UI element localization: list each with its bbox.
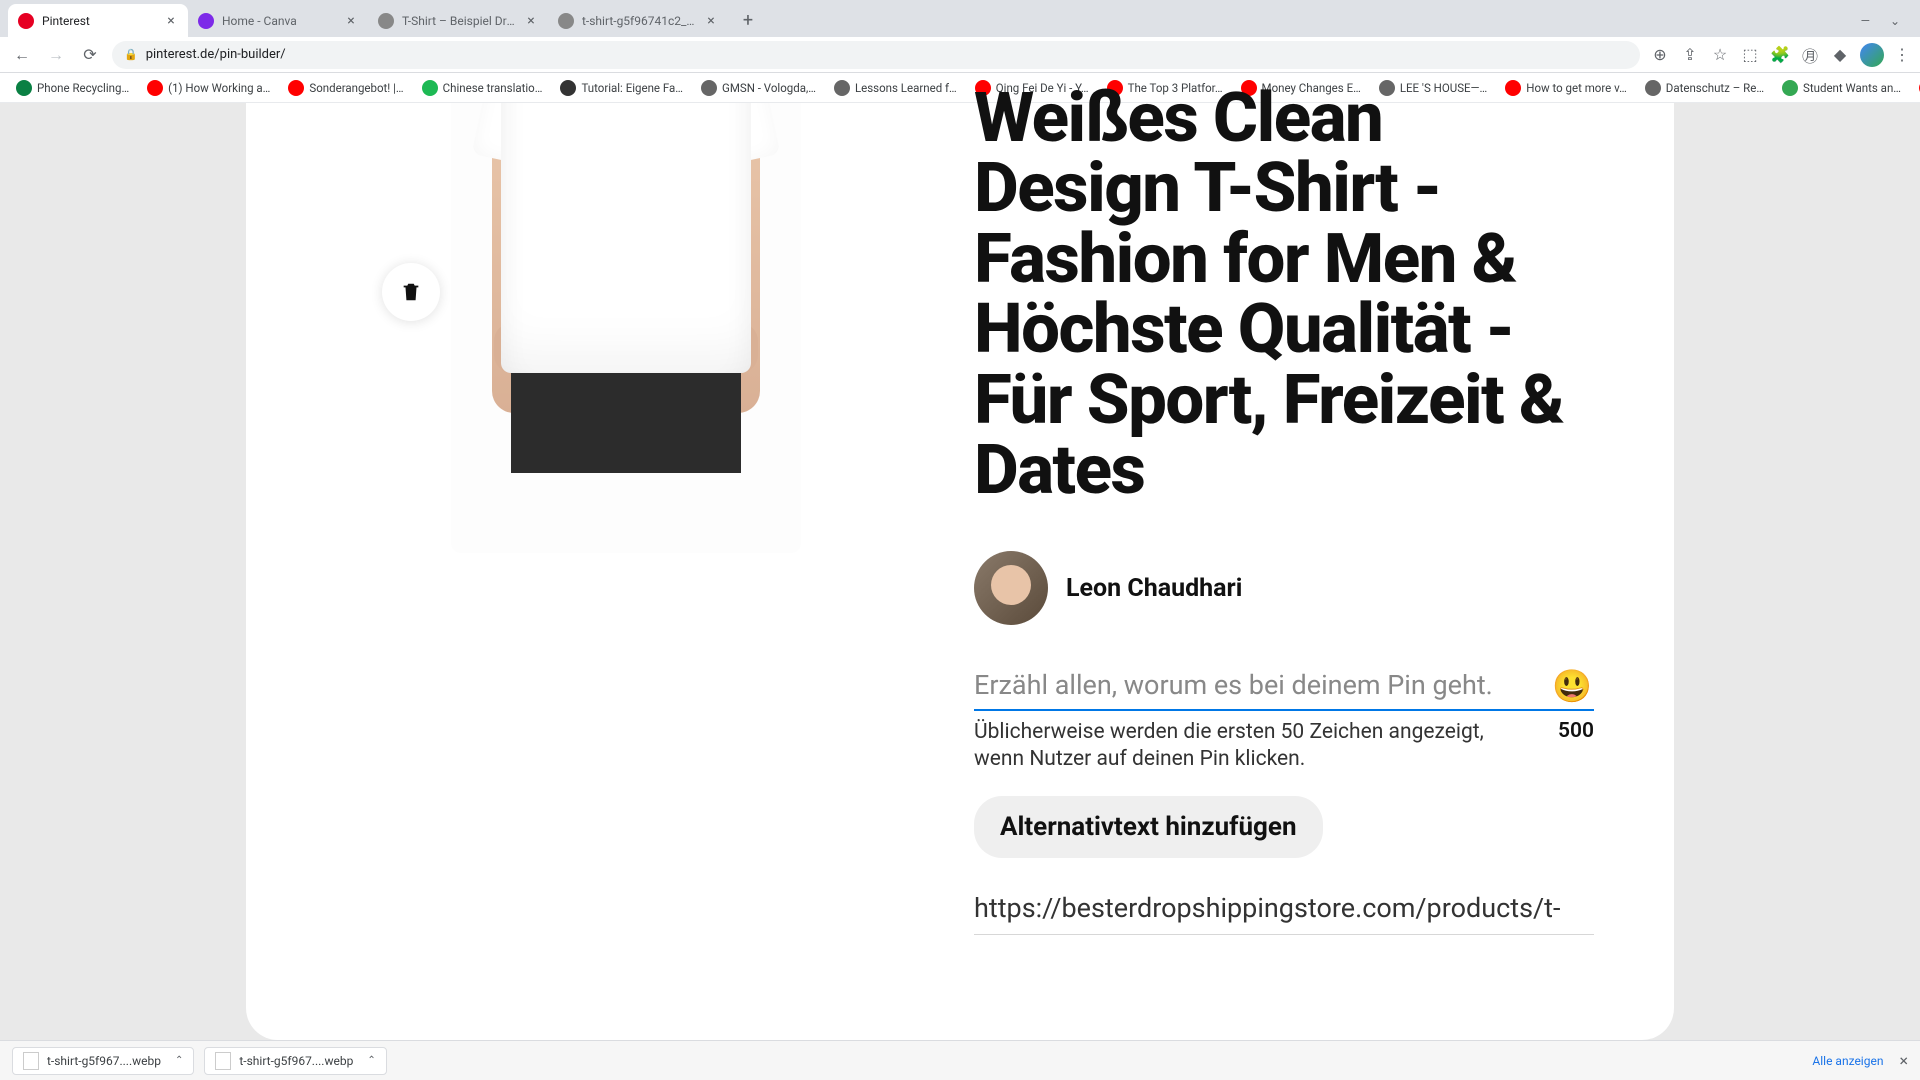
address-bar[interactable]: 🔒 pinterest.de/pin-builder/ xyxy=(112,41,1640,69)
bookmarks-bar: Phone Recycling… (1) How Working a… Sonder… xyxy=(0,73,1920,103)
image-column xyxy=(326,103,926,980)
star-icon[interactable]: ☆ xyxy=(1710,45,1730,65)
tab-image[interactable]: t-shirt-g5f96741c2_1280.jpg × xyxy=(548,4,728,37)
char-count: 500 xyxy=(1558,719,1594,772)
close-icon[interactable]: × xyxy=(704,13,718,29)
bookmark-item[interactable]: (2) How To Add A… xyxy=(1913,77,1920,99)
pin-title[interactable]: Weißes Clean Design T-Shirt - Fashion fo… xyxy=(974,83,1594,505)
forward-button: → xyxy=(44,43,68,67)
file-icon xyxy=(23,1052,39,1070)
chevron-up-icon[interactable]: ⌃ xyxy=(175,1055,183,1066)
bookmark-item[interactable]: Tutorial: Eigene Fa… xyxy=(554,77,689,99)
download-filename: t-shirt-g5f967....webp xyxy=(239,1054,353,1068)
window-controls: — ⌄ xyxy=(1861,14,1912,28)
extension-icon[interactable]: ⬚ xyxy=(1740,45,1760,65)
bookmark-label: Sonderangebot! |… xyxy=(309,81,403,95)
close-icon[interactable]: × xyxy=(524,13,538,29)
translate-icon[interactable]: ㊊ xyxy=(1800,45,1820,65)
bookmark-label: Student Wants an… xyxy=(1803,81,1901,95)
bookmark-item[interactable]: Lessons Learned f… xyxy=(828,77,963,99)
bookmark-favicon xyxy=(16,80,32,96)
bookmark-favicon xyxy=(288,80,304,96)
bookmark-label: Tutorial: Eigene Fa… xyxy=(581,81,683,95)
alt-text-button[interactable]: Alternativtext hinzufügen xyxy=(974,796,1323,858)
bookmark-label: (1) How Working a… xyxy=(168,81,270,95)
extension-icon-2[interactable]: ◆ xyxy=(1830,45,1850,65)
page-background: Weißes Clean Design T-Shirt - Fashion fo… xyxy=(0,103,1920,1040)
tab-canva[interactable]: Home - Canva × xyxy=(188,4,368,37)
pinterest-icon xyxy=(18,13,34,29)
description-field-wrap: 😃 xyxy=(974,669,1594,711)
back-button[interactable]: ← xyxy=(10,43,34,67)
bookmark-label: GMSN - Vologda,… xyxy=(722,81,816,95)
install-icon[interactable]: ⊕ xyxy=(1650,45,1670,65)
download-filename: t-shirt-g5f967....webp xyxy=(47,1054,161,1068)
trash-icon xyxy=(400,281,422,303)
tab-title: Home - Canva xyxy=(222,14,336,28)
bookmark-item[interactable]: GMSN - Vologda,… xyxy=(695,77,822,99)
file-icon xyxy=(215,1052,231,1070)
extensions-icon[interactable]: 🧩 xyxy=(1770,45,1790,65)
close-downloads-bar[interactable]: × xyxy=(1899,1051,1908,1070)
new-tab-button[interactable]: + xyxy=(734,7,762,35)
delete-button[interactable] xyxy=(382,263,440,321)
tab-tshirt-shop[interactable]: T-Shirt – Beispiel Dropshippi… × xyxy=(368,4,548,37)
description-input[interactable] xyxy=(974,669,1594,701)
close-icon[interactable]: × xyxy=(164,13,178,29)
tab-pinterest[interactable]: Pinterest × xyxy=(8,4,188,37)
author-name: Leon Chaudhari xyxy=(1066,574,1242,603)
bookmark-label: Datenschutz – Re… xyxy=(1666,81,1764,95)
bookmark-label: Chinese translatio… xyxy=(443,81,543,95)
downloads-bar: t-shirt-g5f967....webp ⌃ t-shirt-g5f967.… xyxy=(0,1040,1920,1080)
profile-avatar[interactable] xyxy=(1860,43,1884,67)
show-all-downloads[interactable]: Alle anzeigen xyxy=(1812,1054,1883,1068)
chevron-down-icon[interactable]: ⌄ xyxy=(1890,14,1900,28)
author-avatar[interactable] xyxy=(974,551,1048,625)
bookmark-favicon xyxy=(834,80,850,96)
bookmark-item[interactable]: Phone Recycling… xyxy=(10,77,135,99)
tab-title: t-shirt-g5f96741c2_1280.jpg xyxy=(582,14,696,28)
globe-icon xyxy=(378,13,394,29)
menu-button[interactable]: ⋮ xyxy=(1894,45,1910,64)
chevron-up-icon[interactable]: ⌃ xyxy=(367,1055,375,1066)
emoji-button[interactable]: 😃 xyxy=(1552,667,1592,705)
minimize-icon[interactable]: — xyxy=(1861,14,1870,28)
bookmark-favicon xyxy=(560,80,576,96)
bookmark-favicon xyxy=(701,80,717,96)
bookmark-favicon xyxy=(1645,80,1661,96)
bookmark-item[interactable]: (1) How Working a… xyxy=(141,77,276,99)
bookmark-item[interactable]: Sonderangebot! |… xyxy=(282,77,409,99)
pin-builder-card: Weißes Clean Design T-Shirt - Fashion fo… xyxy=(246,103,1674,1040)
globe-icon xyxy=(558,13,574,29)
canva-icon xyxy=(198,13,214,29)
tab-title: T-Shirt – Beispiel Dropshippi… xyxy=(402,14,516,28)
hint-text: Üblicherweise werden die ersten 50 Zeich… xyxy=(974,719,1514,772)
browser-toolbar: ← → ⟳ 🔒 pinterest.de/pin-builder/ ⊕ ⇪ ☆ … xyxy=(0,37,1920,73)
bookmark-favicon xyxy=(147,80,163,96)
download-item[interactable]: t-shirt-g5f967....webp ⌃ xyxy=(204,1047,386,1075)
hint-row: Üblicherweise werden die ersten 50 Zeich… xyxy=(974,719,1594,772)
bookmark-item[interactable]: Student Wants an… xyxy=(1776,77,1907,99)
form-column: Weißes Clean Design T-Shirt - Fashion fo… xyxy=(974,103,1594,980)
url-text: pinterest.de/pin-builder/ xyxy=(146,47,1628,62)
bookmark-favicon xyxy=(422,80,438,96)
bookmark-label: Lessons Learned f… xyxy=(855,81,957,95)
tab-strip: Pinterest × Home - Canva × T-Shirt – Bei… xyxy=(0,0,1920,37)
tab-title: Pinterest xyxy=(42,14,156,28)
lock-icon: 🔒 xyxy=(124,48,138,61)
close-icon[interactable]: × xyxy=(344,13,358,29)
bookmark-label: Phone Recycling… xyxy=(37,81,129,95)
link-text: https://besterdropshippingstore.com/prod… xyxy=(974,892,1594,924)
bookmark-item[interactable]: Chinese translatio… xyxy=(416,77,549,99)
reload-button[interactable]: ⟳ xyxy=(78,43,102,67)
pin-image[interactable] xyxy=(451,103,801,553)
author-row: Leon Chaudhari xyxy=(974,551,1594,625)
share-icon[interactable]: ⇪ xyxy=(1680,45,1700,65)
download-item[interactable]: t-shirt-g5f967....webp ⌃ xyxy=(12,1047,194,1075)
bookmark-item[interactable]: Datenschutz – Re… xyxy=(1639,77,1770,99)
bookmark-favicon xyxy=(1782,80,1798,96)
destination-link-field[interactable]: https://besterdropshippingstore.com/prod… xyxy=(974,892,1594,935)
